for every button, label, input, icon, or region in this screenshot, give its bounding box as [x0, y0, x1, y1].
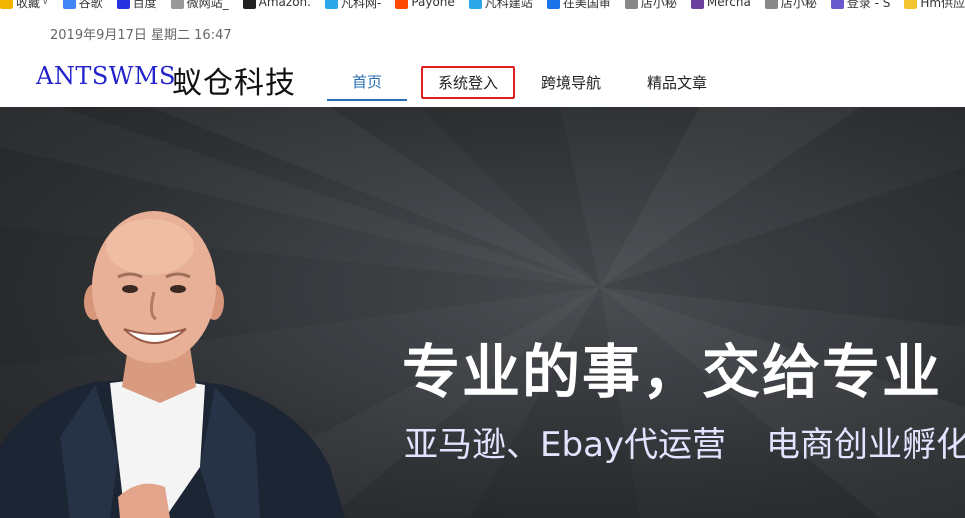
bookmark-icon — [546, 0, 560, 9]
bookmark-item[interactable]: 收藏 ∨ — [0, 0, 49, 10]
bookmark-item[interactable]: Hm供应 — [904, 0, 965, 10]
bookmark-label: 谷歌 — [78, 0, 103, 10]
bookmark-item[interactable]: 凡科建站 — [468, 0, 533, 10]
bookmark-item[interactable]: 谷歌 — [62, 0, 103, 10]
bookmark-label: 店小秘 — [780, 0, 817, 10]
payoneer-icon — [395, 0, 409, 9]
bookmarks-bar: 收藏 ∨ 谷歌 百度 微网站_ Amazon. 凡科网- Payone 凡科建站 在美国审 店小秘 M… — [0, 0, 965, 10]
hero-title: 专业的事，交给专业 — [402, 338, 943, 406]
bookmark-label: 凡科建站 — [484, 0, 533, 10]
google-icon — [62, 0, 76, 9]
nav-home[interactable]: 首页 — [327, 64, 407, 101]
bookmark-label: 店小秘 — [640, 0, 677, 10]
chevron-down-icon: ∨ — [42, 0, 49, 7]
nav-cross-border[interactable]: 跨境导航 — [521, 64, 621, 100]
bookmark-item[interactable]: 店小秘 — [764, 0, 817, 10]
baidu-icon — [116, 0, 130, 9]
bookmark-label: Amazon. — [258, 0, 311, 9]
date-time-text: 2019年9月17日 星期二 16:47 — [50, 28, 232, 43]
bookmark-item[interactable]: Mercha — [690, 0, 751, 10]
folder-icon — [904, 0, 918, 9]
logo-text-en[interactable]: ANTSWMS — [36, 62, 176, 90]
bookmark-item[interactable]: 凡科网- — [324, 0, 382, 10]
man-portrait — [0, 211, 345, 518]
bookmark-label: 在美国审 — [562, 0, 611, 10]
login-icon — [830, 0, 844, 9]
bookmark-item[interactable]: 登录 - S — [830, 0, 891, 10]
hero-subtitle-right: 电商创业孵化 — [766, 425, 965, 465]
fanke-icon — [324, 0, 338, 9]
bookmark-item[interactable]: Amazon. — [242, 0, 311, 10]
bookmark-label: Hm供应 — [920, 0, 965, 10]
bookmark-label: 百度 — [132, 0, 157, 10]
hero-subtitle-left: 亚马逊、Ebay代运营 — [404, 425, 727, 465]
bookmark-label: 收藏 — [16, 0, 41, 10]
dianxiaomi-icon — [624, 0, 638, 9]
hero-banner: 专业的事，交给专业 亚马逊、Ebay代运营 电商创业孵化 — [0, 107, 965, 518]
main-nav: 首页 系统登入 跨境导航 精品文章 — [327, 64, 727, 102]
bookmark-label: 登录 - S — [846, 0, 891, 10]
bookmark-item[interactable]: 微网站_ — [170, 0, 229, 10]
nav-articles[interactable]: 精品文章 — [627, 64, 727, 100]
merchant-icon — [690, 0, 704, 9]
bookmark-label: Payone — [411, 0, 455, 9]
bookmark-item[interactable]: 店小秘 — [624, 0, 677, 10]
dianxiaomi-icon — [764, 0, 778, 9]
page-icon — [170, 0, 184, 9]
hero-subtitle: 亚马逊、Ebay代运营 电商创业孵化 — [404, 417, 965, 466]
bookmark-item[interactable]: Payone — [395, 0, 455, 10]
bookmark-label: 微网站_ — [186, 0, 229, 10]
nav-system-login[interactable]: 系统登入 — [421, 66, 515, 99]
fanke-icon — [468, 0, 482, 9]
bookmark-label: Mercha — [706, 0, 751, 9]
bookmark-item[interactable]: 百度 — [116, 0, 157, 10]
amazon-icon — [242, 0, 256, 9]
bookmark-item[interactable]: 在美国审 — [546, 0, 611, 10]
bookmark-label: 凡科网- — [340, 0, 382, 10]
logo-text-cn[interactable]: 蚁仓科技 — [172, 58, 296, 102]
star-icon — [0, 0, 13, 9]
